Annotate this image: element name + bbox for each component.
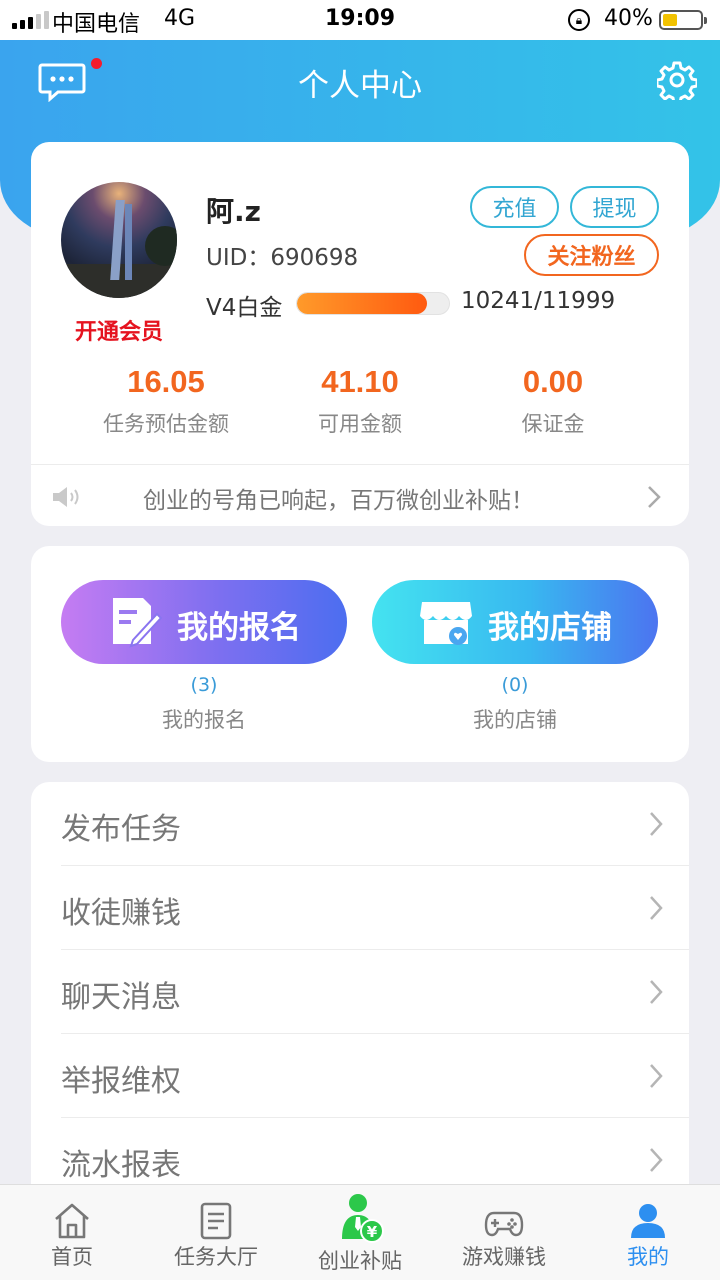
menu-item-publish-task[interactable]: 发布任务 [61, 782, 689, 866]
menu-item-label: 发布任务 [61, 812, 181, 847]
bottom-tab-bar: 首页 任务大厅 ¥ 创业补贴 游戏赚钱 我的 [0, 1184, 720, 1280]
tab-label: 我的 [627, 1245, 669, 1269]
avatar[interactable] [61, 182, 177, 298]
battery-percent: 40% [604, 6, 653, 31]
gamepad-icon [484, 1211, 524, 1237]
signup-form-icon [113, 598, 163, 648]
page-title: 个人中心 [298, 68, 422, 104]
signup-count: (3) [190, 674, 218, 696]
stat-label: 任务预估金额 [103, 412, 229, 436]
my-signups-button[interactable]: 我的报名 [61, 580, 347, 664]
my-signups-button-label: 我的报名 [177, 610, 301, 646]
chevron-right-icon [650, 896, 663, 920]
stat-label: 保证金 [521, 412, 585, 436]
gear-icon[interactable] [657, 60, 697, 100]
tab-label: 创业补贴 [318, 1249, 402, 1273]
speaker-icon [53, 487, 79, 507]
tab-home[interactable]: 首页 [0, 1185, 144, 1280]
svg-text:¥: ¥ [367, 1223, 378, 1241]
username: 阿.z [206, 195, 261, 228]
tab-business-subsidy[interactable]: ¥ 创业补贴 [288, 1185, 432, 1280]
subsidy-icon: ¥ [342, 1194, 384, 1243]
tab-mine[interactable]: 我的 [576, 1185, 720, 1280]
stat-value: 16.05 [127, 364, 205, 399]
shortcut-card: 我的报名 我的店铺 (3) 我的报名 (0) 我的店铺 [31, 546, 689, 762]
stat-deposit[interactable]: 0.00 保证金 [453, 364, 653, 438]
chevron-right-icon [650, 812, 663, 836]
announcement-text: 创业的号角已响起，百万微创业补贴！ [143, 488, 534, 514]
shop-icon [420, 602, 472, 645]
status-bar: 中国电信 4G 19:09 🔒︎ 40% [0, 0, 720, 40]
menu-item-label: 收徒赚钱 [61, 896, 181, 931]
recharge-button[interactable]: 充值 [470, 186, 559, 228]
home-icon [55, 1203, 89, 1239]
battery-icon [659, 10, 707, 30]
stat-value: 0.00 [522, 364, 584, 399]
task-list-icon [200, 1202, 232, 1240]
withdraw-button[interactable]: 提现 [570, 186, 659, 228]
chevron-right-icon [650, 980, 663, 1004]
stat-available-amount[interactable]: 41.10 可用金额 [260, 364, 460, 438]
level-progress-bar [296, 292, 450, 315]
open-vip-link[interactable]: 开通会员 [61, 314, 177, 346]
my-shop-button-label: 我的店铺 [488, 610, 612, 646]
chevron-right-icon [650, 1148, 663, 1172]
shop-count: (0) [501, 674, 529, 696]
announcement-bar[interactable]: 创业的号角已响起，百万微创业补贴！ [31, 464, 689, 526]
menu-item-chat-messages[interactable]: 聊天消息 [61, 950, 689, 1034]
shop-label: 我的店铺 [473, 708, 557, 732]
user-id: UID：690698 [206, 245, 359, 271]
profile-card: 开通会员 阿.z UID：690698 充值 提现 关注粉丝 V4白金 1024… [31, 142, 689, 526]
stat-value: 41.10 [321, 364, 399, 399]
tab-label: 首页 [51, 1245, 93, 1269]
menu-item-recruit-earn[interactable]: 收徒赚钱 [61, 866, 689, 950]
chevron-right-icon [648, 486, 661, 508]
menu-item-report[interactable]: 举报维权 [61, 1034, 689, 1118]
menu-item-label: 聊天消息 [61, 980, 181, 1015]
stat-estimated-task-amount[interactable]: 16.05 任务预估金额 [66, 364, 266, 438]
menu-item-label: 流水报表 [61, 1148, 181, 1183]
menu-list: 发布任务 收徒赚钱 聊天消息 举报维权 流水报表 [31, 782, 689, 1202]
rotation-lock-icon: 🔒︎ [568, 9, 590, 31]
follow-fans-button[interactable]: 关注粉丝 [524, 234, 659, 276]
level-label: V4白金 [206, 295, 283, 321]
tab-game-earn[interactable]: 游戏赚钱 [432, 1185, 576, 1280]
tab-label: 任务大厅 [174, 1245, 258, 1269]
tab-task-hall[interactable]: 任务大厅 [144, 1185, 288, 1280]
menu-item-label: 举报维权 [61, 1064, 181, 1099]
my-shop-button[interactable]: 我的店铺 [372, 580, 658, 664]
signup-label: 我的报名 [162, 708, 246, 732]
level-progress-count: 10241/11999 [461, 288, 616, 314]
chevron-right-icon [650, 1064, 663, 1088]
stat-label: 可用金额 [318, 412, 402, 436]
user-icon [631, 1204, 665, 1238]
tab-label: 游戏赚钱 [462, 1245, 546, 1269]
